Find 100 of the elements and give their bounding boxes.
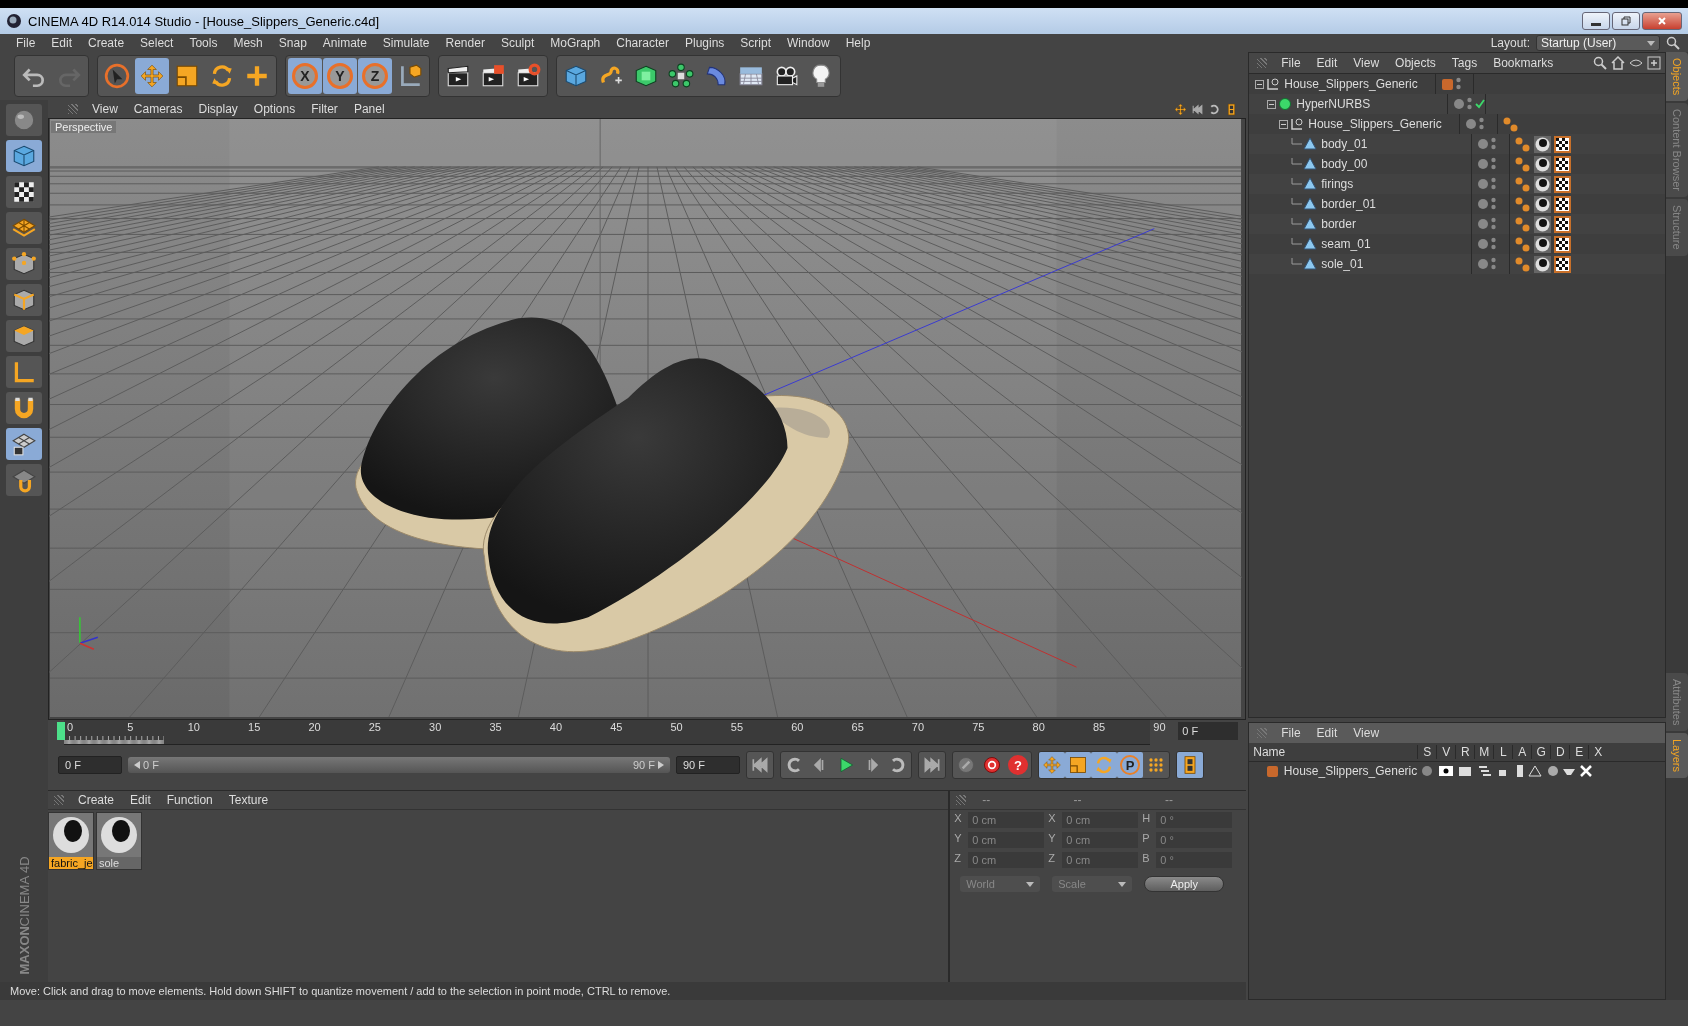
axis-button[interactable]: X: [288, 58, 322, 94]
checker-tag-icon[interactable]: [1554, 195, 1572, 213]
material-swatch[interactable]: sole: [96, 812, 142, 870]
menu-item[interactable]: Window: [779, 36, 838, 50]
expand-toggle[interactable]: [1267, 99, 1277, 109]
menu-item[interactable]: Sculpt: [492, 36, 543, 50]
checker-tag-icon[interactable]: [1554, 175, 1572, 193]
object-name[interactable]: border: [1321, 217, 1356, 231]
new-panel-icon[interactable]: [1647, 56, 1661, 70]
render-visibility-dots[interactable]: [1491, 237, 1497, 251]
object-name[interactable]: body_01: [1321, 137, 1368, 151]
menu-item[interactable]: View: [1345, 726, 1388, 740]
current-frame-field[interactable]: 0 F: [1178, 722, 1239, 740]
menu-item[interactable]: Plugins: [676, 36, 733, 50]
menu-item[interactable]: Select: [132, 36, 182, 50]
menu-item[interactable]: Edit: [1308, 726, 1346, 740]
tool-button[interactable]: [1177, 752, 1203, 778]
object-name[interactable]: body_00: [1321, 157, 1368, 171]
phong-tag-icon[interactable]: [1514, 175, 1532, 193]
check-icon[interactable]: [1475, 99, 1486, 109]
visibility-dot[interactable]: [1478, 259, 1489, 269]
checker-tag-icon[interactable]: [1554, 155, 1572, 173]
menu-item[interactable]: Script: [732, 36, 779, 50]
side-tab[interactable]: Layers: [1666, 732, 1688, 778]
menu-item[interactable]: View: [1345, 56, 1388, 70]
expand-toggle[interactable]: [1279, 119, 1289, 129]
grip-handle[interactable]: [956, 795, 967, 805]
visibility-dot[interactable]: [1478, 199, 1489, 209]
visibility-dot[interactable]: [1466, 119, 1477, 129]
material-tag-icon[interactable]: [1534, 155, 1552, 173]
menu-item[interactable]: Objects: [1387, 56, 1444, 70]
phong-tag-icon[interactable]: [1514, 155, 1532, 173]
render-visibility-dots[interactable]: [1491, 217, 1497, 231]
object-name[interactable]: House_Slippers_Generic: [1308, 117, 1442, 131]
tool-button[interactable]: [6, 176, 42, 208]
menu-item[interactable]: Display: [190, 102, 246, 116]
menu-item[interactable]: Texture: [220, 793, 277, 807]
menu-item[interactable]: Edit: [43, 36, 81, 50]
minimize-button[interactable]: [1582, 12, 1610, 30]
expand-toggle[interactable]: [1255, 79, 1265, 89]
menu-item[interactable]: Cameras: [125, 102, 191, 116]
material-tag-icon[interactable]: [1534, 135, 1552, 153]
eye-icon[interactable]: [1629, 56, 1643, 70]
menu-item[interactable]: Help: [837, 36, 879, 50]
menu-item[interactable]: Simulate: [374, 36, 438, 50]
checker-tag-icon[interactable]: [1554, 135, 1572, 153]
object-name[interactable]: HyperNURBS: [1296, 97, 1371, 111]
material-tag-icon[interactable]: [1534, 195, 1552, 213]
axis-button[interactable]: Y: [323, 58, 357, 94]
start-frame-field[interactable]: 0 F: [58, 756, 122, 774]
grip-handle[interactable]: [1257, 58, 1268, 68]
menu-item[interactable]: Tools: [181, 36, 226, 50]
menu-item[interactable]: Animate: [314, 36, 375, 50]
material-swatch[interactable]: fabric_je: [48, 812, 94, 870]
layout-dropdown[interactable]: Startup (User): [1536, 35, 1660, 51]
preview-range-bar[interactable]: 0 F 90 F: [128, 757, 670, 773]
menu-item[interactable]: File: [1273, 56, 1309, 70]
menu-item[interactable]: Snap: [270, 36, 315, 50]
grip-handle[interactable]: [54, 795, 64, 805]
menu-item[interactable]: Bookmarks: [1485, 56, 1562, 70]
close-button[interactable]: [1642, 12, 1682, 30]
param-button[interactable]: P: [1117, 752, 1143, 778]
menu-item[interactable]: File: [1273, 726, 1309, 740]
menu-item[interactable]: View: [84, 102, 126, 116]
menu-item[interactable]: Filter: [303, 102, 346, 116]
search-icon[interactable]: [1666, 36, 1680, 50]
menu-item[interactable]: Tags: [1443, 56, 1486, 70]
render-visibility-dots[interactable]: [1491, 177, 1497, 191]
render-visibility-dots[interactable]: [1467, 97, 1473, 111]
object-name[interactable]: firings: [1321, 177, 1354, 191]
menu-item[interactable]: Create: [70, 793, 123, 807]
visibility-dot[interactable]: [1478, 159, 1489, 169]
material-tag-icon[interactable]: [1534, 175, 1552, 193]
menu-item[interactable]: Character: [608, 36, 677, 50]
menu-item[interactable]: File: [8, 36, 44, 50]
grip-handle[interactable]: [68, 104, 78, 114]
tool-button[interactable]: [6, 428, 42, 460]
visibility-dot[interactable]: [1454, 99, 1465, 109]
phong-tag-icon[interactable]: [1514, 195, 1532, 213]
menu-item[interactable]: MoGraph: [542, 36, 609, 50]
checker-tag-icon[interactable]: [1554, 235, 1572, 253]
phong-tag-icon[interactable]: [1514, 135, 1532, 153]
checker-tag-icon[interactable]: [1554, 255, 1572, 273]
visibility-dot[interactable]: [1478, 139, 1489, 149]
end-frame-field[interactable]: 90 F: [676, 756, 740, 774]
layer-color-swatch[interactable]: [1442, 78, 1454, 90]
render-visibility-dots[interactable]: [1491, 157, 1497, 171]
visibility-dot[interactable]: [1478, 239, 1489, 249]
phong-tag-icon[interactable]: [1514, 255, 1532, 273]
phong-tag-icon[interactable]: [1514, 235, 1532, 253]
phong-tag-icon[interactable]: [1502, 115, 1520, 133]
home-icon[interactable]: [1611, 56, 1625, 70]
menu-item[interactable]: Render: [437, 36, 493, 50]
render-visibility-dots[interactable]: [1491, 197, 1497, 211]
restore-button[interactable]: [1612, 12, 1640, 30]
menu-item[interactable]: Panel: [345, 102, 393, 116]
visibility-dot[interactable]: [1478, 219, 1489, 229]
search-icon[interactable]: [1593, 56, 1607, 70]
apply-button[interactable]: Apply: [1144, 876, 1225, 892]
visibility-dot[interactable]: [1478, 179, 1489, 189]
